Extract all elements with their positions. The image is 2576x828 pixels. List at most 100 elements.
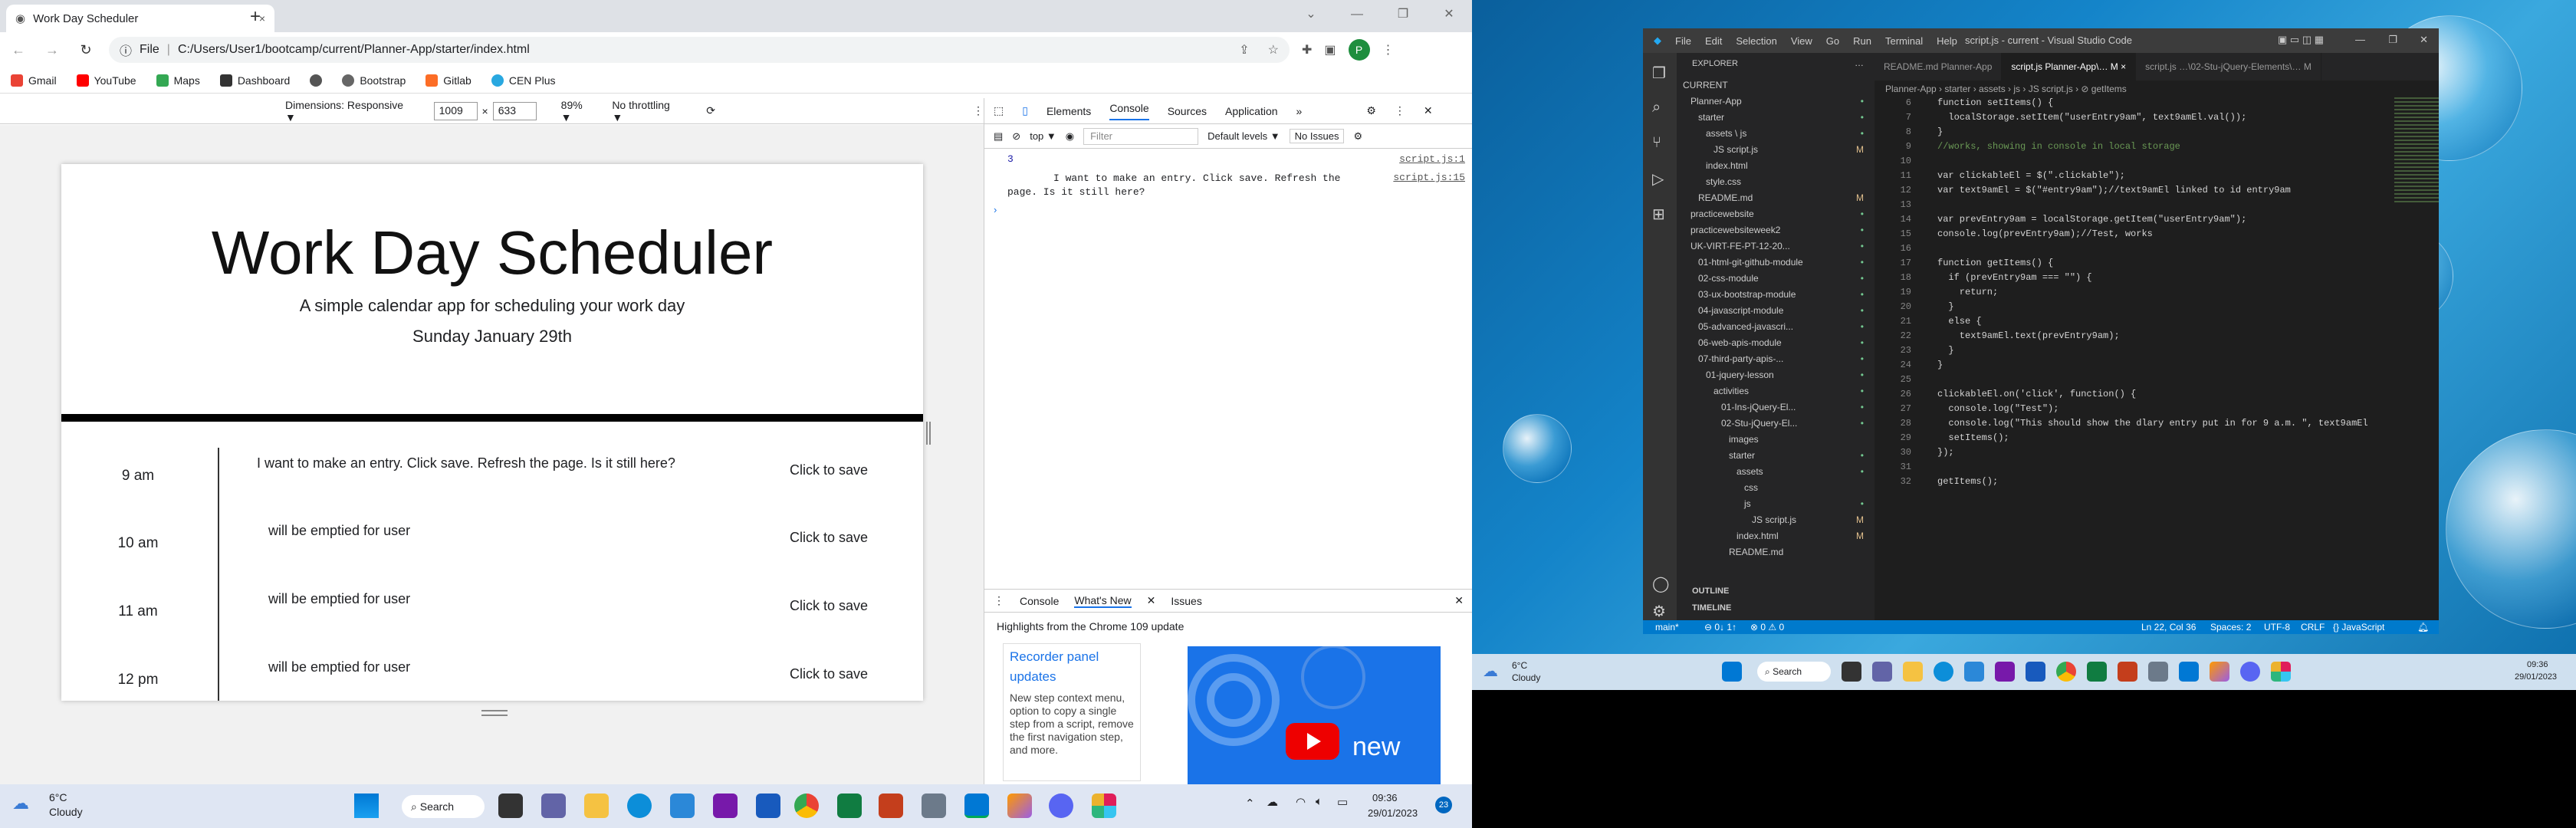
- tab-sources[interactable]: Sources: [1168, 105, 1207, 117]
- tab-console[interactable]: Console: [1109, 102, 1149, 120]
- tree-item[interactable]: README.md: [1677, 544, 1875, 560]
- eye-icon[interactable]: ◉: [1066, 130, 1074, 143]
- word-icon[interactable]: [756, 794, 780, 818]
- onenote-icon[interactable]: [713, 794, 738, 818]
- entry-text[interactable]: will be emptied for user: [268, 659, 410, 675]
- language-mode[interactable]: {} JavaScript: [2333, 622, 2384, 632]
- tree-item[interactable]: 05-advanced-javascri... •: [1677, 319, 1875, 335]
- tree-item[interactable]: Planner-App •: [1677, 94, 1875, 110]
- bookmark-gmail[interactable]: Gmail: [11, 74, 57, 87]
- tree-item[interactable]: practicewebsite •: [1677, 206, 1875, 222]
- address-bar[interactable]: ⓘ File | C:/Users/User1/bootcamp/current…: [109, 37, 1290, 63]
- powerpoint-icon[interactable]: [2118, 662, 2137, 682]
- taskbar-search-button[interactable]: ⌕ Search: [1757, 662, 1831, 682]
- tab-work-day-scheduler[interactable]: ◉ Work Day Scheduler ×: [6, 5, 274, 32]
- device-menu-icon[interactable]: ⋮: [973, 104, 984, 117]
- card-title[interactable]: Recorder panel updates: [1010, 647, 1134, 687]
- tree-item[interactable]: index.html: [1677, 158, 1875, 174]
- bookmark-cen-plus[interactable]: CEN Plus: [491, 74, 556, 87]
- manage-gear-icon[interactable]: ⚙: [1652, 602, 1666, 621]
- save-button[interactable]: Click to save: [790, 524, 882, 550]
- notifications-bell-icon[interactable]: 🔔︎: [2417, 622, 2429, 632]
- git-branch[interactable]: main*: [1655, 622, 1679, 632]
- save-button[interactable]: Click to save: [790, 661, 882, 687]
- tree-item[interactable]: 01-Ins-jQuery-El... •: [1677, 399, 1875, 416]
- outline-section[interactable]: OUTLINE: [1692, 586, 1729, 596]
- bookmark-star-icon[interactable]: ☆: [1268, 42, 1279, 58]
- menu-terminal[interactable]: Terminal: [1885, 35, 1923, 47]
- tree-item[interactable]: starter •: [1677, 448, 1875, 464]
- tree-item[interactable]: js •: [1677, 496, 1875, 512]
- encoding[interactable]: UTF-8: [2264, 622, 2290, 632]
- tree-item[interactable]: 07-third-party-apis-... •: [1677, 351, 1875, 367]
- bookmark-gitlab[interactable]: Gitlab: [426, 74, 472, 87]
- problems-count[interactable]: ⊗ 0 ⚠ 0: [1750, 622, 1784, 632]
- tree-item[interactable]: css: [1677, 480, 1875, 496]
- entry-text[interactable]: I want to make an entry. Click save. Ref…: [257, 455, 675, 472]
- tree-item[interactable]: UK-VIRT-FE-PT-12-20... •: [1677, 238, 1875, 255]
- close-tab-icon[interactable]: ✕: [1147, 594, 1156, 607]
- code-editor[interactable]: 6 function setItems() {7 localStorage.set…: [1875, 97, 2439, 620]
- bookmark-dashboard[interactable]: Dashboard: [219, 74, 290, 87]
- console-settings-icon[interactable]: ⚙: [1353, 130, 1362, 143]
- indentation[interactable]: Spaces: 2: [2210, 622, 2251, 632]
- layout-icons[interactable]: ▣ ▭ ◫ ▦: [2278, 34, 2324, 46]
- viewport-height-input[interactable]: 633: [492, 101, 537, 120]
- menu-edit[interactable]: Edit: [1705, 35, 1722, 47]
- throttle-select[interactable]: No throttling ▼: [612, 99, 682, 123]
- tray-chevron-icon[interactable]: ⌃: [1245, 797, 1255, 810]
- console-filter-input[interactable]: Filter: [1083, 127, 1199, 145]
- viewport-height-handle[interactable]: [481, 710, 508, 716]
- bookmark-globe[interactable]: [310, 74, 323, 87]
- tree-item[interactable]: 02-css-module •: [1677, 271, 1875, 287]
- edge-icon[interactable]: [627, 794, 652, 818]
- minimize-icon[interactable]: —: [1334, 0, 1380, 31]
- tree-item[interactable]: JS script.js M: [1677, 142, 1875, 158]
- close-drawer-icon[interactable]: ✕: [1454, 594, 1464, 607]
- tree-item[interactable]: starter •: [1677, 110, 1875, 126]
- reload-icon[interactable]: ↻: [75, 42, 97, 58]
- run-debug-icon[interactable]: ▷: [1652, 169, 1664, 189]
- devtools-menu-icon[interactable]: ⋮: [1395, 104, 1405, 117]
- editor-tab-readme[interactable]: README.md Planner-App: [1875, 53, 2003, 80]
- cursor-position[interactable]: Ln 22, Col 36: [2141, 622, 2196, 632]
- clock-time[interactable]: 09:36: [2527, 660, 2548, 669]
- chrome-icon[interactable]: [2056, 662, 2076, 682]
- close-devtools-icon[interactable]: ✕: [1424, 104, 1433, 117]
- menu-run[interactable]: Run: [1853, 35, 1871, 47]
- task-view-icon[interactable]: [1842, 662, 1861, 682]
- settings-app-icon[interactable]: [2148, 662, 2168, 682]
- onenote-icon[interactable]: [1995, 662, 2015, 682]
- tree-item[interactable]: JS script.js M: [1677, 512, 1875, 528]
- settings-gear-icon[interactable]: ⚙: [1366, 104, 1376, 117]
- slack-icon[interactable]: [2271, 662, 2291, 682]
- file-explorer-icon[interactable]: [584, 794, 609, 818]
- clock-date[interactable]: 29/01/2023: [2515, 672, 2557, 682]
- context-select[interactable]: top ▼: [1030, 130, 1056, 142]
- entry-text[interactable]: will be emptied for user: [268, 591, 410, 607]
- excel-icon[interactable]: [837, 794, 862, 818]
- restore-icon[interactable]: ❐: [1380, 0, 1426, 31]
- bookmark-bootstrap[interactable]: Bootstrap: [342, 74, 406, 87]
- store-icon[interactable]: [1964, 662, 1984, 682]
- bookmark-maps[interactable]: Maps: [156, 74, 200, 87]
- teams-icon[interactable]: [1872, 662, 1892, 682]
- start-icon[interactable]: [354, 794, 379, 818]
- account-icon[interactable]: ◯: [1652, 574, 1669, 593]
- tree-item[interactable]: 01-html-git-github-module •: [1677, 255, 1875, 271]
- clock-time[interactable]: 09:36: [1372, 792, 1398, 803]
- video-thumbnail[interactable]: new: [1188, 646, 1441, 784]
- forward-icon[interactable]: →: [41, 42, 63, 58]
- wifi-icon[interactable]: ◠: [1296, 795, 1306, 809]
- weather-icon[interactable]: ☁: [12, 794, 29, 813]
- excel-icon[interactable]: [2087, 662, 2107, 682]
- minimap[interactable]: [2394, 97, 2439, 205]
- menu-icon[interactable]: ⋮: [1382, 42, 1395, 58]
- source-control-icon[interactable]: ⑂: [1652, 134, 1661, 152]
- entry-text[interactable]: will be emptied for user: [268, 523, 410, 539]
- viewport-width-input[interactable]: 1009: [433, 101, 478, 120]
- tree-item[interactable]: images: [1677, 432, 1875, 448]
- rotate-icon[interactable]: ⟳: [706, 104, 715, 117]
- taskbar-search-button[interactable]: ⌕ Search: [402, 795, 485, 818]
- whats-new-card[interactable]: Recorder panel updates New step context …: [1003, 643, 1141, 781]
